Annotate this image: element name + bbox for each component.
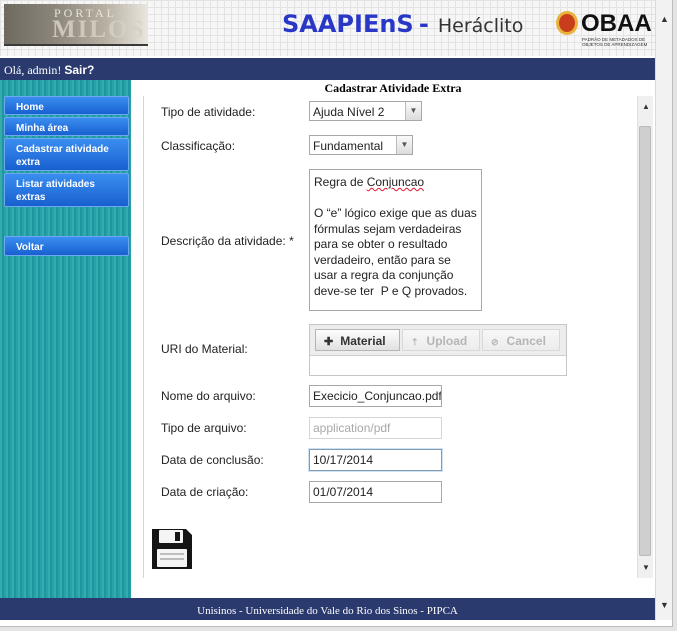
upload-arrow-icon: ⇡: [411, 337, 419, 347]
sidebar-item-cadastrar-atividade-extra[interactable]: Cadastrar atividade extra: [4, 138, 129, 171]
portal-milos-logo[interactable]: PORTAL MILOS: [4, 4, 148, 46]
cancel-upload-button[interactable]: ⊘ Cancel: [482, 329, 560, 351]
app-title-separator: -: [418, 10, 429, 38]
plus-icon: ✚: [324, 336, 334, 348]
tipo-arquivo-input[interactable]: application/pdf: [309, 417, 442, 439]
browser-window: PORTAL MILOS SAAPIEnS - Heráclito OBAA P…: [0, 0, 673, 627]
scroll-up-icon[interactable]: ▲: [642, 102, 650, 111]
classificacao-select[interactable]: Fundamental ▼: [309, 135, 413, 155]
obaa-logo: OBAA PADRÃO DE METADADOS DE OBJETOS DE A…: [556, 10, 652, 49]
descricao-title-prefix: Regra de: [314, 175, 367, 189]
footer-text: Unisinos - Universidade do Vale do Rio d…: [197, 605, 458, 617]
portal-logo-big-text: MILOS: [52, 16, 146, 43]
upload-button[interactable]: ⇡ Upload: [402, 329, 480, 351]
form-scrollbar[interactable]: ▲ ▼: [637, 96, 653, 578]
dropdown-arrow-icon[interactable]: ▼: [405, 102, 421, 120]
scroll-down-icon[interactable]: ▼: [642, 563, 650, 572]
user-bar: Olá, admin! Sair?: [0, 58, 655, 80]
uri-material-label: URI do Material:: [161, 342, 248, 356]
sidebar-item-home[interactable]: Home: [4, 96, 129, 115]
sidebar-item-listar-atividades-extras[interactable]: Listar atividades extras: [4, 173, 129, 207]
data-conclusao-input[interactable]: 10/17/2014: [309, 449, 442, 471]
upload-button-label: Upload: [426, 334, 468, 348]
save-button[interactable]: [150, 527, 194, 571]
descricao-label: Descrição da atividade: *: [161, 234, 294, 248]
classificacao-value: Fundamental: [313, 139, 384, 153]
nome-arquivo-label: Nome do arquivo:: [161, 389, 256, 403]
tipo-atividade-label: Tipo de atividade:: [161, 105, 256, 119]
page-scrollbar[interactable]: ▲ ▼: [655, 0, 672, 620]
obaa-logo-icon: [556, 11, 578, 35]
sidebar-item-voltar[interactable]: Voltar: [4, 236, 129, 256]
tipo-atividade-value: Ajuda Nível 2: [313, 105, 385, 119]
logout-link[interactable]: Sair?: [64, 63, 94, 77]
data-criacao-input[interactable]: 01/07/2014: [309, 481, 442, 503]
site-header: PORTAL MILOS SAAPIEnS - Heráclito OBAA P…: [0, 0, 655, 56]
save-disk-icon: [152, 529, 192, 569]
material-button-label: Material: [340, 334, 386, 348]
cancel-icon: ⊘: [491, 337, 499, 347]
upload-toolbar: ✚ Material ⇡ Upload ⊘ Cancel: [310, 325, 566, 356]
scrollbar-thumb[interactable]: [639, 126, 651, 556]
obaa-logo-name: OBAA: [581, 10, 652, 37]
tipo-arquivo-label: Tipo de arquivo:: [161, 421, 247, 435]
descricao-textarea[interactable]: Regra de Conjuncao O “e” lógico exige qu…: [309, 169, 482, 311]
file-upload-widget: ✚ Material ⇡ Upload ⊘ Cancel: [309, 324, 567, 376]
tipo-atividade-select[interactable]: Ajuda Nível 2 ▼: [309, 101, 422, 121]
scroll-up-icon[interactable]: ▲: [660, 14, 669, 24]
data-criacao-label: Data de criação:: [161, 485, 249, 499]
app-subtitle: Heráclito: [437, 15, 524, 37]
site-footer: Unisinos - Universidade do Vale do Rio d…: [0, 598, 655, 620]
obaa-logo-tagline: PADRÃO DE METADADOS DE OBJETOS DE APREND…: [582, 37, 648, 47]
cancel-button-label: Cancel: [506, 334, 546, 348]
page-title: Cadastrar Atividade Extra: [324, 81, 462, 95]
classificacao-label: Classificação:: [161, 139, 236, 153]
nome-arquivo-input[interactable]: Execicio_Conjuncao.pdf: [309, 385, 442, 407]
sidebar-item-minha-area[interactable]: Minha área: [4, 117, 129, 136]
app-title: SAAPIEnS - Heráclito: [282, 10, 523, 38]
app-name: SAAPIEnS: [282, 10, 414, 38]
scroll-down-icon[interactable]: ▼: [660, 600, 669, 610]
data-conclusao-label: Data de conclusão:: [161, 453, 264, 467]
dropdown-arrow-icon[interactable]: ▼: [396, 136, 412, 154]
add-material-button[interactable]: ✚ Material: [315, 329, 400, 351]
descricao-body: O “e” lógico exige que as duas fórmulas …: [314, 206, 481, 298]
greeting-text: Olá, admin!: [4, 63, 62, 77]
descricao-title-word: Conjuncao: [366, 175, 425, 189]
